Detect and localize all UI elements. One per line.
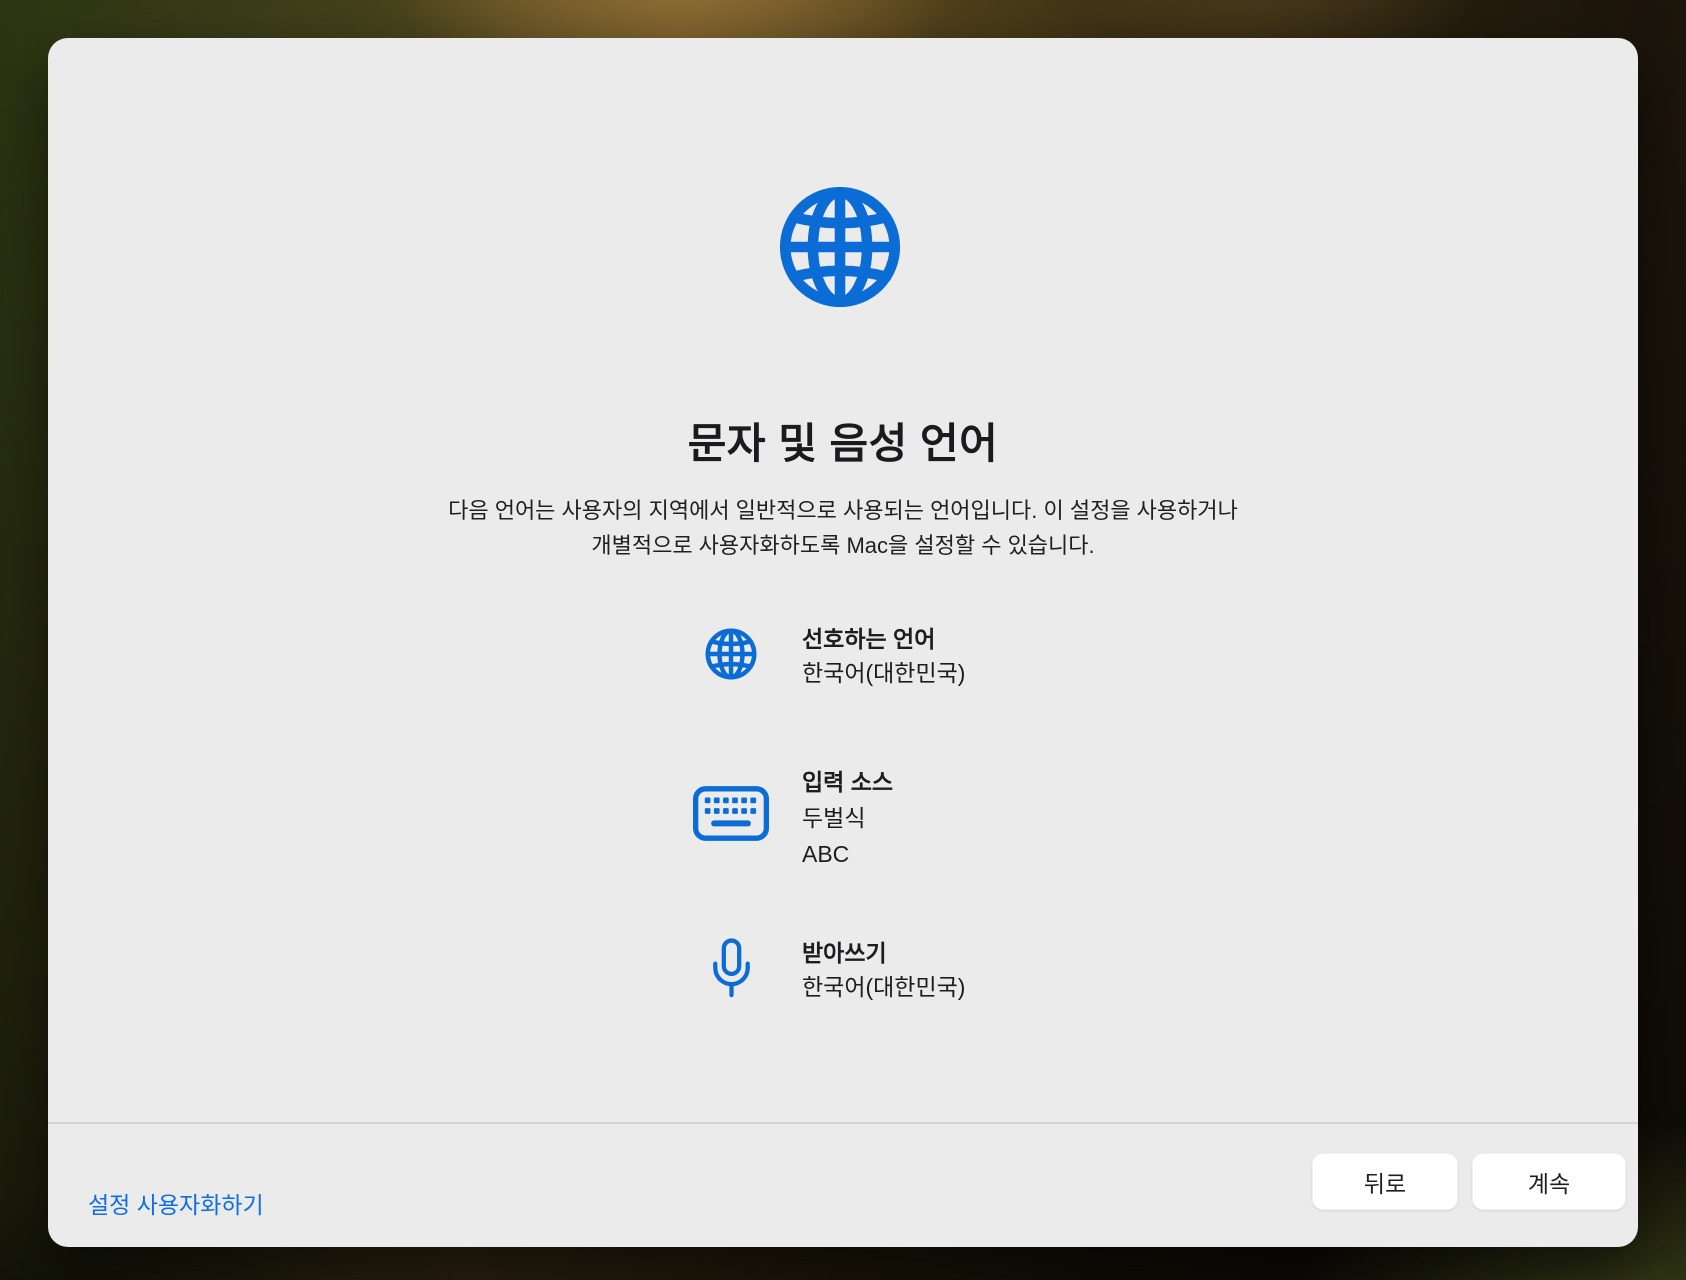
input-sources-row: 입력 소스 두벌식 ABC xyxy=(693,764,893,872)
setup-assistant-window: 문자 및 음성 언어 다음 언어는 사용자의 지역에서 일반적으로 사용되는 언… xyxy=(48,38,1638,1247)
input-source-value-2: ABC xyxy=(802,836,893,872)
globe-icon xyxy=(693,622,769,690)
input-source-value-1: 두벌식 xyxy=(802,800,893,836)
footer-divider xyxy=(48,1122,1638,1124)
page-title: 문자 및 음성 언어 xyxy=(48,410,1638,471)
page-subtitle: 다음 언어는 사용자의 지역에서 일반적으로 사용되는 언어입니다. 이 설정을… xyxy=(48,493,1638,563)
dictation-value: 한국어(대한민국) xyxy=(802,970,965,1004)
back-button[interactable]: 뒤로 xyxy=(1312,1153,1458,1210)
preferred-language-value: 한국어(대한민국) xyxy=(802,656,965,690)
subtitle-line-1: 다음 언어는 사용자의 지역에서 일반적으로 사용되는 언어입니다. 이 설정을… xyxy=(48,493,1638,528)
keyboard-icon xyxy=(693,764,769,872)
dictation-label: 받아쓰기 xyxy=(802,936,965,970)
input-sources-label: 입력 소스 xyxy=(802,764,893,800)
preferred-language-label: 선호하는 언어 xyxy=(802,622,965,656)
customize-settings-link[interactable]: 설정 사용자화하기 xyxy=(88,1186,264,1220)
continue-button[interactable]: 계속 xyxy=(1472,1153,1626,1210)
microphone-icon xyxy=(693,936,769,1004)
preferred-language-row: 선호하는 언어 한국어(대한민국) xyxy=(693,622,965,690)
dictation-row: 받아쓰기 한국어(대한민국) xyxy=(693,936,965,1004)
globe-hero-icon xyxy=(774,181,906,313)
subtitle-line-2: 개별적으로 사용자화하도록 Mac을 설정할 수 있습니다. xyxy=(48,528,1638,563)
